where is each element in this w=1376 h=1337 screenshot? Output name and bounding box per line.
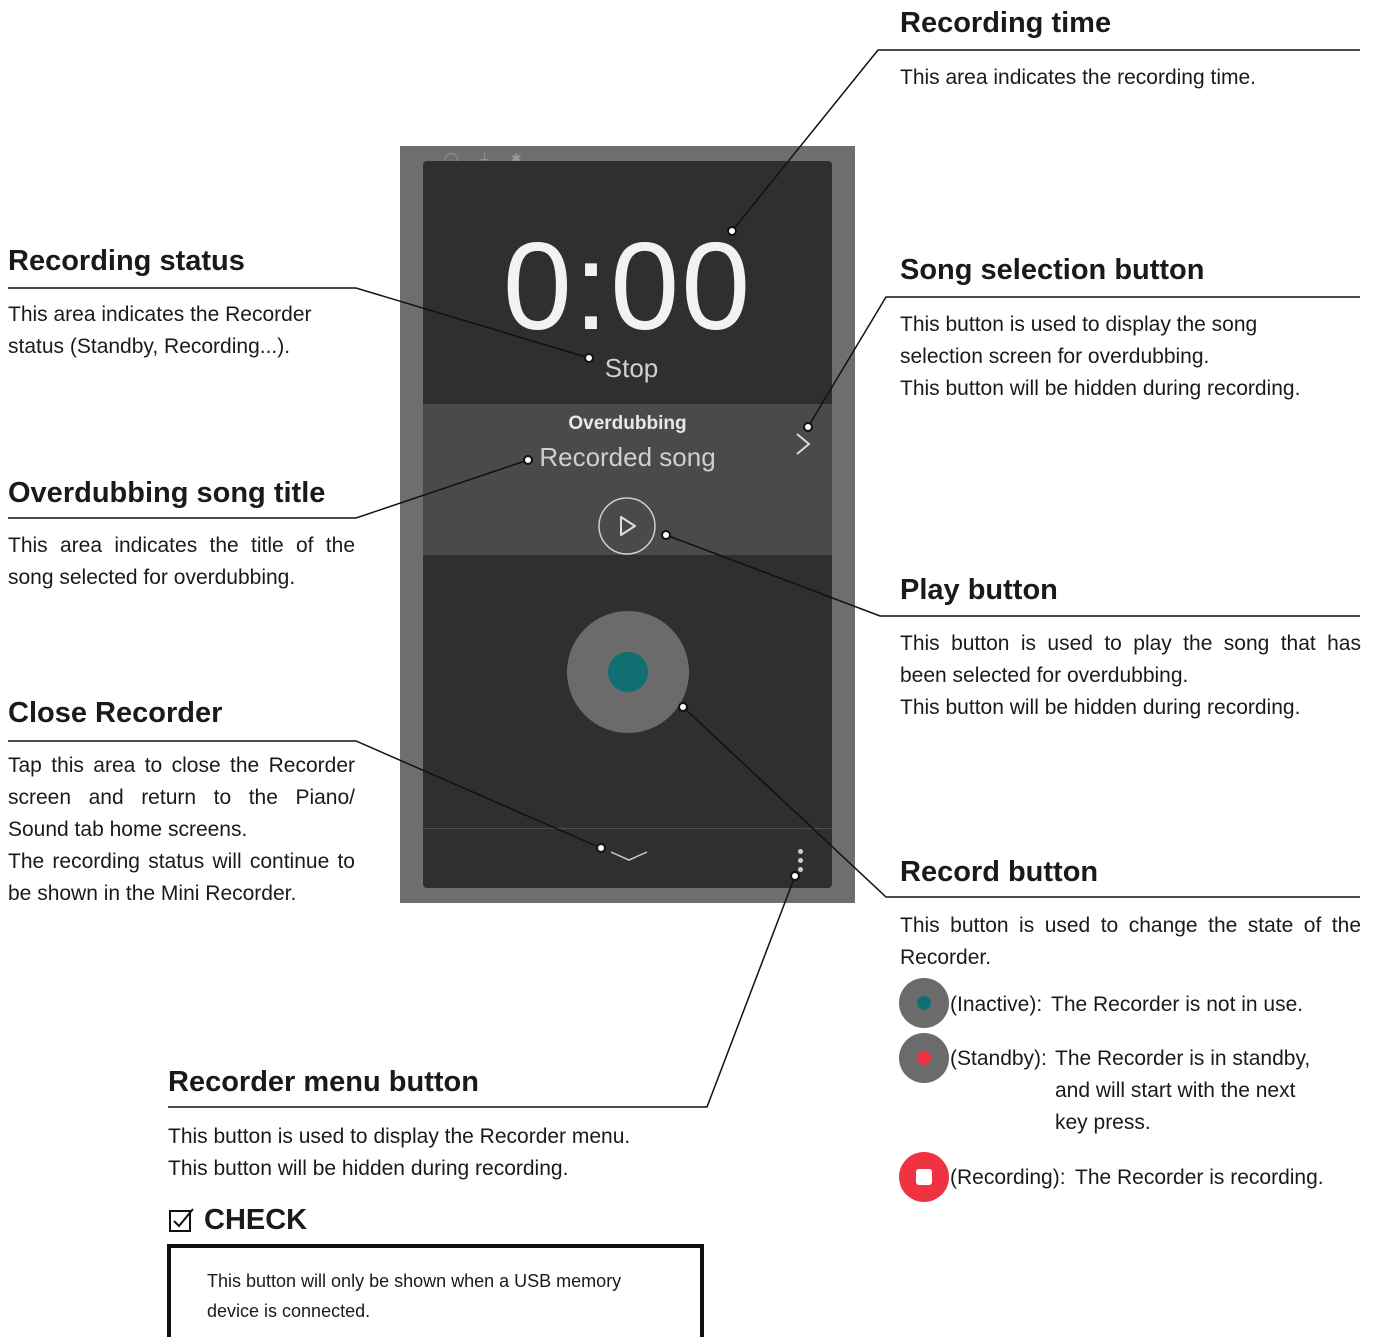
song-selection-heading: Song selection button [900,254,1205,286]
state-text: and will start with the next [1055,1079,1296,1102]
overdubbing-title-desc: This area indicates the title of the son… [8,534,355,589]
check-box: This button will only be shown when a US… [167,1244,704,1337]
song-selection-desc-line: selection screen for overdubbing. [900,345,1210,368]
recorder-menu-desc: This button will be hidden during record… [168,1157,569,1180]
close-recorder-desc: The recording status will continue to be… [8,850,355,905]
recording-time-desc: This area indicates the recording time. [900,66,1257,89]
standby-state-icon [899,1033,949,1083]
recorder-menu-desc: This button is used to display the Recor… [168,1125,631,1148]
play-button-desc: This button will be hidden during record… [900,696,1301,719]
close-recorder-heading: Close Recorder [8,697,223,729]
check-text: This button will only be shown when a US… [207,1271,622,1321]
check-title: CHECK [204,1204,308,1236]
state-text: The Recorder is in standby, [1055,1047,1311,1070]
recording-status-desc-line: This area indicates the Recorder [8,303,312,326]
play-button-desc: This button is used to play the song tha… [900,632,1361,687]
state-text: The Recorder is not in use. [1051,993,1304,1016]
play-button-heading: Play button [900,574,1058,606]
close-recorder-desc: Tap this area to close the Recorder scre… [8,754,355,841]
state-text: key press. [1055,1111,1151,1134]
recorder-menu-heading: Recorder menu button [168,1066,479,1098]
overdubbing-title-heading: Overdubbing song title [8,477,326,509]
song-selection-desc-line: This button is used to display the song [900,313,1258,336]
checkbox-icon [169,1208,194,1232]
state-label: (Standby): [950,1047,1047,1070]
recording-status-heading: Recording status [8,245,245,277]
record-button-desc: This button is used to change the state … [900,914,1361,969]
state-text: The Recorder is recording. [1075,1166,1324,1189]
record-button-heading: Record button [900,856,1099,888]
state-label: (Recording): [950,1166,1066,1189]
state-label: (Inactive): [950,993,1043,1016]
inactive-state-icon [899,978,949,1028]
recording-status-desc-line: status (Standby, Recording...). [8,335,291,358]
song-selection-desc-line: This button will be hidden during record… [900,377,1301,400]
recording-state-icon [899,1152,949,1202]
recording-time-heading: Recording time [900,7,1112,39]
